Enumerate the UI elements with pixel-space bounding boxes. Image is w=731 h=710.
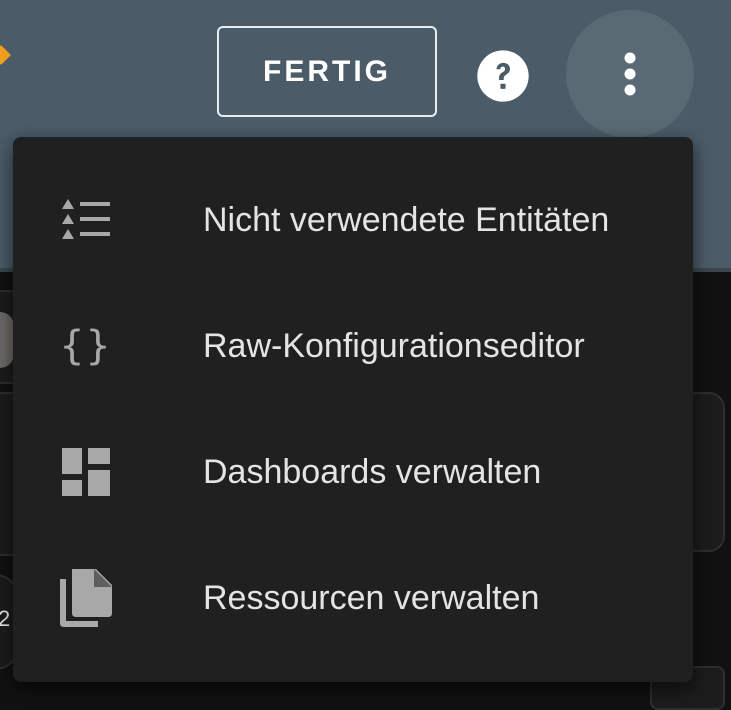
format-list-checks-icon [53, 187, 119, 253]
more-options-button[interactable] [566, 10, 694, 138]
view-dashboard-icon [53, 439, 119, 505]
menu-item-label: Raw-Konfigurationseditor [203, 326, 585, 365]
menu-item-manage-dashboards[interactable]: Dashboards verwalten [13, 409, 693, 535]
overflow-menu: Nicht verwendete Entitäten {} Raw-Konfig… [13, 137, 693, 682]
menu-item-label: Nicht verwendete Entitäten [203, 200, 610, 239]
code-braces-icon: {} [59, 323, 113, 369]
menu-item-label: Ressourcen verwalten [203, 578, 540, 617]
avatar [0, 312, 14, 368]
help-button[interactable] [470, 43, 536, 109]
menu-item-unused-entities[interactable]: Nicht verwendete Entitäten [13, 157, 693, 283]
menu-item-manage-resources[interactable]: Ressourcen verwalten [13, 535, 693, 661]
help-circle-icon [477, 50, 529, 102]
logo-fragment [0, 45, 11, 65]
background-number: 2 [0, 606, 11, 631]
menu-item-raw-config-editor[interactable]: {} Raw-Konfigurationseditor [13, 283, 693, 409]
file-multiple-icon [53, 565, 119, 631]
menu-item-label: Dashboards verwalten [203, 452, 542, 491]
more-vertical-icon [624, 52, 636, 96]
done-button[interactable]: FERTIG [217, 26, 437, 117]
